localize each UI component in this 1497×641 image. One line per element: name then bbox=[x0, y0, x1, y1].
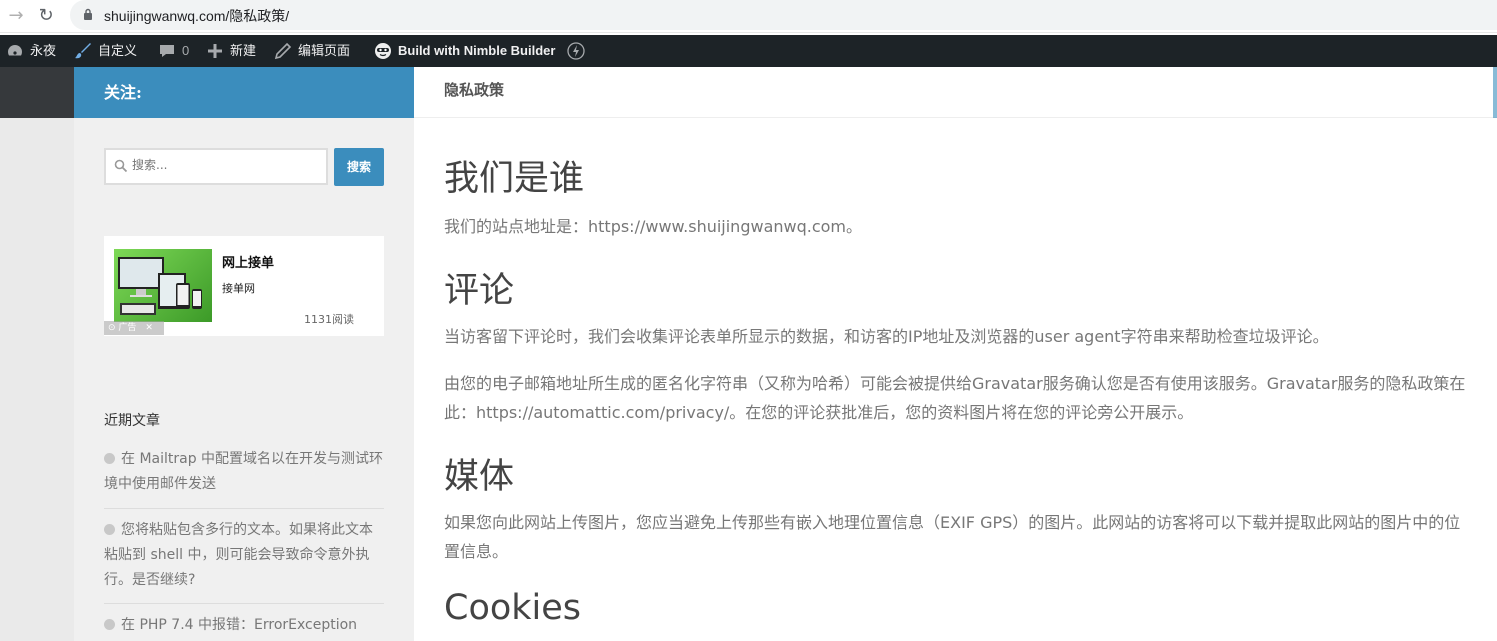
ad-read-count: 1131阅读 bbox=[304, 313, 354, 326]
ad-badge-label: 广告 bbox=[118, 323, 137, 333]
forward-icon[interactable]: → bbox=[4, 4, 28, 28]
section-heading: 评论 bbox=[444, 271, 515, 311]
dashboard-icon bbox=[8, 45, 22, 56]
divider bbox=[104, 508, 384, 509]
ad-title[interactable]: 网上接单 bbox=[222, 252, 274, 271]
section-paragraph: 当访客留下评论时，我们会收集评论表单所显示的数据，和访客的IP地址及浏览器的us… bbox=[444, 327, 1329, 346]
recent-post-link[interactable]: 在 PHP 7.4 中报错：ErrorException bbox=[104, 613, 384, 638]
reload-icon[interactable]: ↻ bbox=[34, 4, 58, 28]
devices-illustration bbox=[118, 257, 202, 315]
recent-post-title[interactable]: 在 Mailtrap 中配置域名以在开发与测试环境中使用邮件发送 bbox=[104, 451, 383, 492]
follow-bar: 关注: bbox=[74, 67, 414, 118]
admin-comments[interactable]: 0 bbox=[158, 35, 189, 67]
admin-bar: 永夜 自定义 0 新建 编辑页面 Build with Nimble Build… bbox=[0, 35, 1497, 67]
left-margin-dark bbox=[0, 67, 74, 118]
new-label: 新建 bbox=[230, 43, 257, 58]
ad-image[interactable] bbox=[114, 249, 212, 322]
edit-page-label: 编辑页面 bbox=[298, 43, 351, 58]
lightning-icon[interactable] bbox=[567, 42, 586, 60]
admin-site-menu[interactable]: 永夜 bbox=[6, 35, 56, 67]
clock-icon bbox=[104, 453, 115, 464]
section-heading: 我们是谁 bbox=[444, 159, 585, 199]
section-paragraph: 我们的站点地址是：https://www.shuijingwanwq.com。 bbox=[444, 217, 863, 236]
admin-nimble-builder[interactable]: Build with Nimble Builder bbox=[374, 35, 586, 67]
admin-customize[interactable]: 自定义 bbox=[74, 35, 137, 67]
site-name: 永夜 bbox=[30, 43, 57, 58]
divider bbox=[104, 603, 384, 604]
clock-icon bbox=[104, 619, 115, 630]
comment-icon bbox=[160, 45, 174, 57]
right-accent-bar bbox=[1493, 67, 1497, 118]
info-icon: ⊙ bbox=[108, 323, 116, 333]
nimble-label: Build with Nimble Builder bbox=[398, 43, 556, 58]
section-paragraph: 由您的电子邮箱地址所生成的匿名化字符串（又称为哈希）可能会被提供给Gravata… bbox=[444, 374, 1466, 422]
ad-card[interactable]: 网上接单 接单网 1131阅读 ⊙ 广告 ✕ bbox=[104, 236, 384, 336]
search-icon bbox=[114, 159, 128, 173]
page-title: 隐私政策 bbox=[444, 81, 505, 99]
recent-post-title[interactable]: 您将粘贴包含多行的文本。如果将此文本粘贴到 shell 中，则可能会导致命令意外… bbox=[104, 522, 373, 588]
admin-new[interactable]: 新建 bbox=[206, 35, 256, 67]
page-header: 隐私政策 bbox=[414, 67, 1497, 118]
search-field[interactable] bbox=[104, 148, 328, 185]
plus-icon bbox=[208, 44, 222, 58]
admin-edit-page[interactable]: 编辑页面 bbox=[274, 35, 350, 67]
browser-toolbar: → ↻ shuijingwanwq.com/隐私政策/ bbox=[0, 0, 1497, 33]
nimble-logo-icon bbox=[375, 43, 391, 59]
ad-subtitle: 接单网 bbox=[222, 282, 255, 295]
clock-icon bbox=[104, 524, 115, 535]
section-heading: Cookies bbox=[444, 588, 582, 628]
ad-badge: ⊙ 广告 ✕ bbox=[104, 321, 164, 335]
recent-post-title[interactable]: 在 PHP 7.4 中报错：ErrorException bbox=[121, 617, 357, 633]
comments-count: 0 bbox=[182, 43, 190, 58]
customize-label: 自定义 bbox=[98, 43, 138, 58]
section-paragraph: 如果您向此网站上传图片，您应当避免上传那些有嵌入地理位置信息（EXIF GPS）… bbox=[444, 513, 1461, 561]
recent-posts-title: 近期文章 bbox=[104, 413, 160, 429]
sidebar: 关注: 搜索 网上接单 接单网 bbox=[74, 67, 414, 641]
search-button[interactable]: 搜索 bbox=[334, 148, 384, 186]
recent-post-link[interactable]: 您将粘贴包含多行的文本。如果将此文本粘贴到 shell 中，则可能会导致命令意外… bbox=[104, 518, 384, 593]
url-text: shuijingwanwq.com/隐私政策/ bbox=[104, 8, 290, 24]
paintbrush-icon bbox=[75, 43, 91, 59]
section-heading: 媒体 bbox=[444, 457, 515, 497]
follow-label: 关注: bbox=[104, 83, 142, 102]
close-icon[interactable]: ✕ bbox=[145, 323, 153, 333]
pencil-icon bbox=[274, 42, 292, 60]
recent-post-link[interactable]: 在 Mailtrap 中配置域名以在开发与测试环境中使用邮件发送 bbox=[104, 447, 384, 497]
lock-icon bbox=[84, 8, 92, 20]
search-input[interactable] bbox=[132, 158, 322, 172]
address-bar[interactable]: shuijingwanwq.com/隐私政策/ bbox=[70, 0, 1497, 30]
left-margin bbox=[0, 118, 74, 641]
